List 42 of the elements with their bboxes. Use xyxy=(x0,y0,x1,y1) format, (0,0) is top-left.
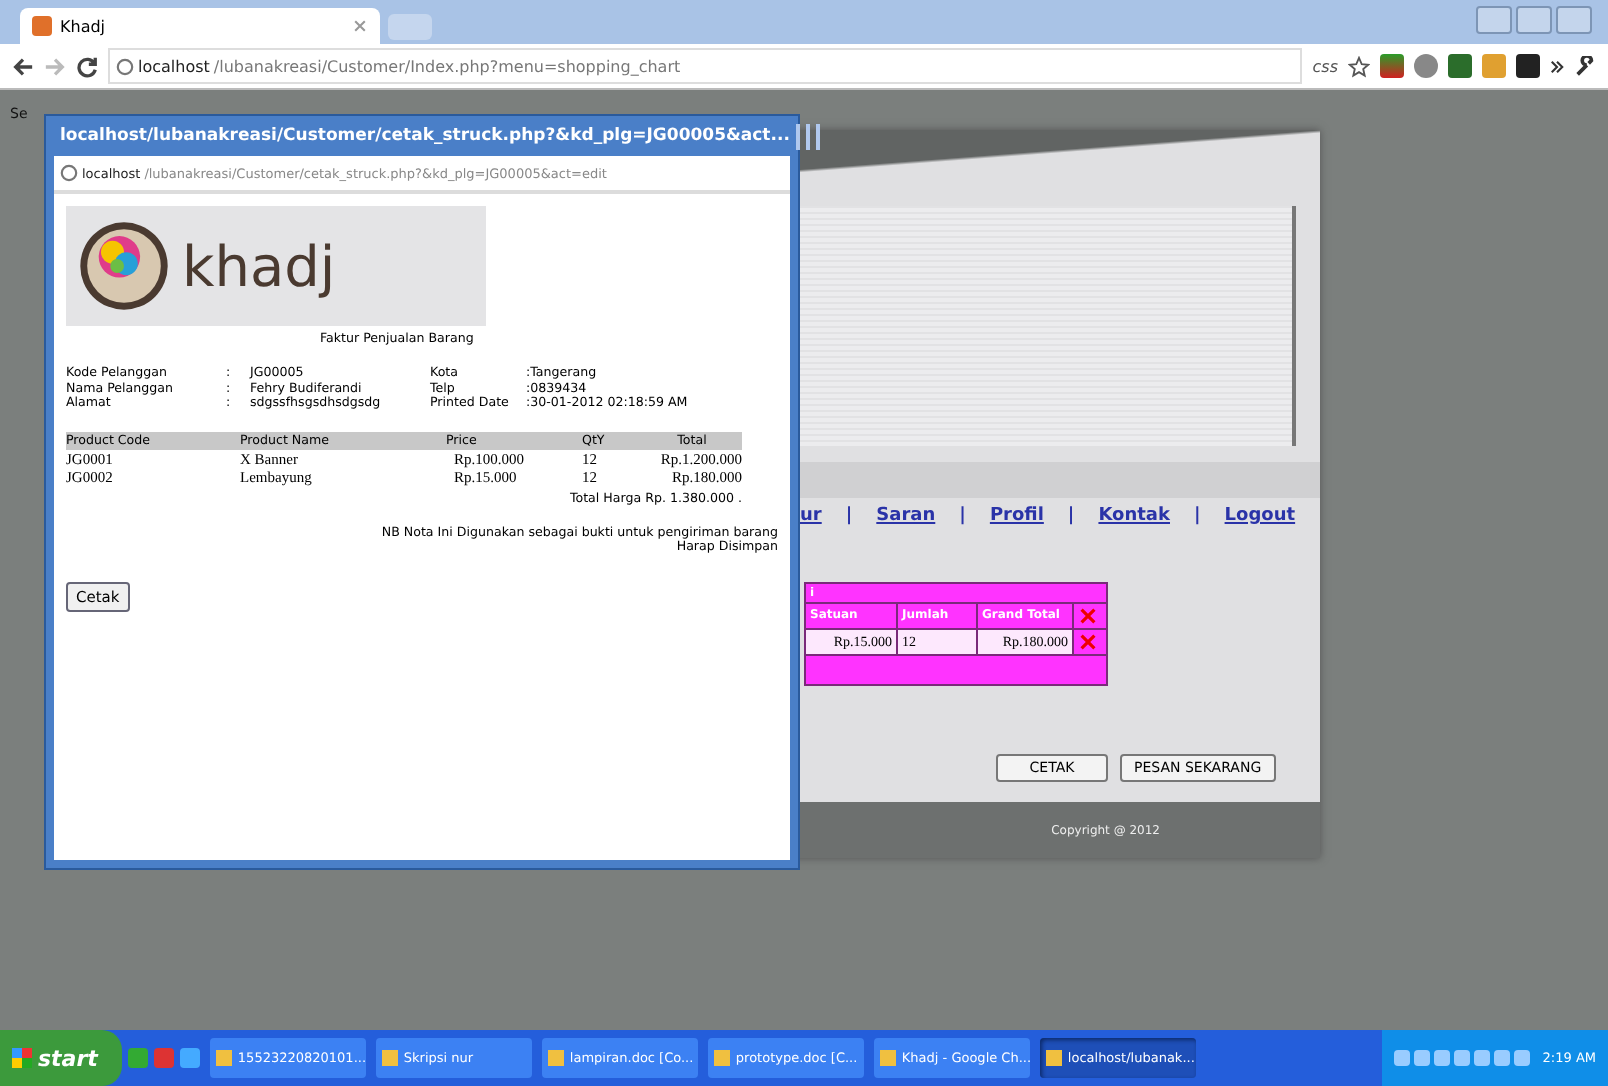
app-icon xyxy=(1045,1050,1062,1066)
app-icon[interactable] xyxy=(179,1048,200,1068)
windows-logo-icon xyxy=(12,1048,32,1068)
start-button[interactable]: start xyxy=(0,1030,122,1086)
app-icon xyxy=(879,1050,896,1066)
favicon-icon xyxy=(32,16,52,36)
delete-icon[interactable] xyxy=(1080,608,1096,624)
nav-link[interactable]: Profil xyxy=(989,506,1044,558)
app-icon xyxy=(215,1050,232,1066)
app-icon xyxy=(381,1050,398,1066)
app-icon xyxy=(547,1050,564,1066)
new-tab-button[interactable] xyxy=(388,14,432,40)
extension-icon[interactable] xyxy=(1516,54,1540,78)
nav-link[interactable]: Logout xyxy=(1224,506,1296,558)
delete-icon[interactable] xyxy=(1080,634,1096,650)
address-bar[interactable]: localhost /lubanakreasi/Customer/Index.php?menu=shopping_chart xyxy=(108,48,1303,84)
page-icon xyxy=(116,57,134,75)
more-icon[interactable] xyxy=(1550,59,1564,73)
close-icon[interactable] xyxy=(352,18,368,34)
nav-separator: | xyxy=(959,506,966,530)
nav-separator: | xyxy=(1194,506,1201,530)
back-button[interactable] xyxy=(12,55,34,77)
app-icon xyxy=(713,1050,730,1066)
head-logo-icon xyxy=(78,220,170,312)
popup-title: localhost/lubanakreasi/Customer/cetak_struck.php?&kd_plg=JG00005&act... xyxy=(60,126,790,146)
nav-link[interactable]: Kontak xyxy=(1098,506,1170,558)
extension-icon[interactable] xyxy=(1380,54,1404,78)
logo-banner: khadj xyxy=(66,206,486,326)
page-icon xyxy=(60,164,78,182)
nav-link[interactable]: ur xyxy=(800,506,822,558)
extension-label[interactable]: css xyxy=(1312,57,1338,75)
reload-icon[interactable] xyxy=(76,55,98,77)
star-icon[interactable] xyxy=(1348,55,1370,77)
app-icon[interactable] xyxy=(153,1048,174,1068)
nav-link[interactable]: Saran xyxy=(876,506,936,558)
browser-tab[interactable]: Khadj xyxy=(20,8,380,44)
nav-separator: | xyxy=(1067,506,1075,530)
forward-button[interactable] xyxy=(44,55,66,77)
nav-separator: | xyxy=(845,506,853,530)
wrench-icon[interactable] xyxy=(1574,55,1596,77)
extension-icon[interactable] xyxy=(1448,54,1472,78)
app-icon[interactable] xyxy=(127,1048,148,1068)
